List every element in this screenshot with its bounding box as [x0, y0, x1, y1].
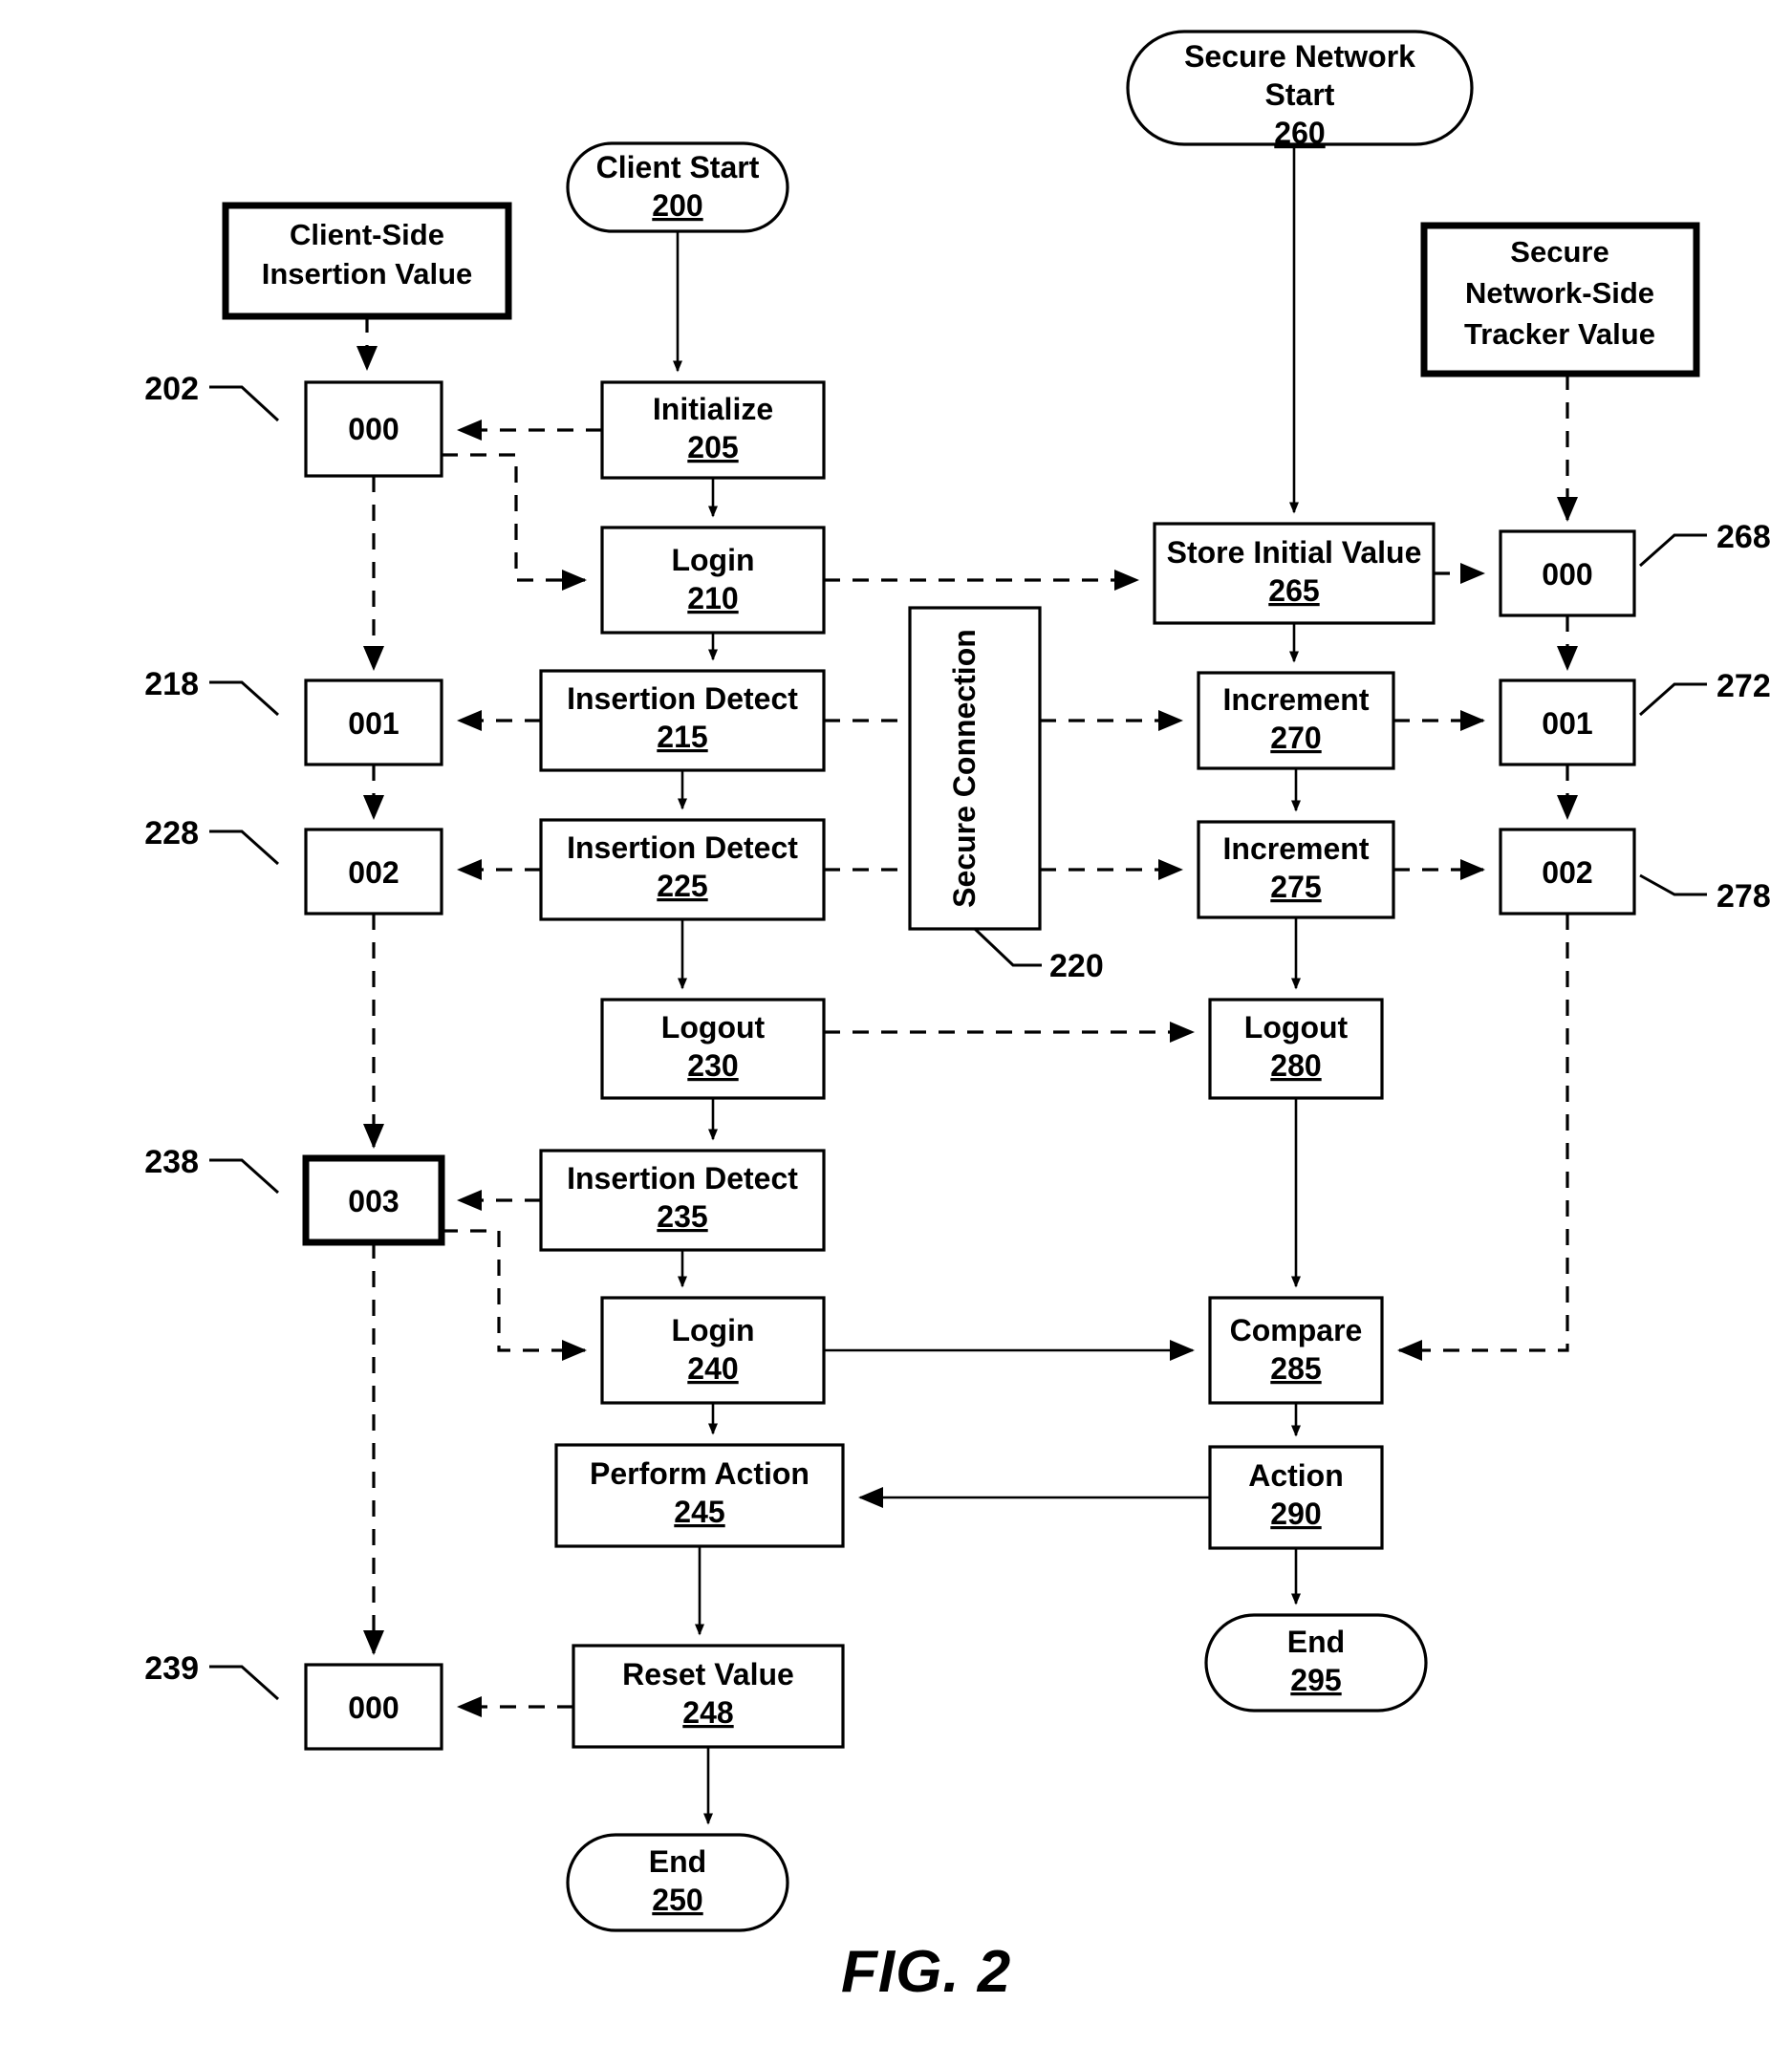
value-box-client-239-value: 000	[348, 1691, 399, 1725]
process-store-initial-value-265-ref: 265	[1268, 573, 1319, 608]
value-box-client-202-value: 000	[348, 412, 399, 446]
network-start-line1: Secure Network	[1184, 39, 1415, 74]
process-insertion-detect-235-ref: 235	[657, 1199, 707, 1234]
process-login-210: Login 210	[600, 526, 826, 635]
process-logout-280-ref: 280	[1270, 1048, 1321, 1083]
process-insertion-detect-225: Insertion Detect 225	[539, 818, 826, 921]
process-insertion-detect-215-ref: 215	[657, 720, 707, 754]
value-box-client-239: 000 239	[144, 1650, 443, 1751]
process-insertion-detect-215-label: Insertion Detect	[567, 681, 798, 716]
process-login-210-label: Login	[671, 543, 754, 577]
process-insertion-detect-235-label: Insertion Detect	[567, 1161, 798, 1196]
terminator-network-start: Secure Network Start 260	[1126, 30, 1474, 150]
value-box-client-228-ref: 228	[144, 815, 199, 851]
network-start-line2: Start	[1265, 77, 1335, 112]
value-box-client-218-value: 001	[348, 706, 399, 741]
process-increment-275: Increment 275	[1197, 820, 1395, 919]
process-logout-280: Logout 280	[1208, 998, 1384, 1100]
process-initialize-ref: 205	[687, 430, 738, 464]
network-side-header: Secure Network-Side Tracker Value	[1420, 222, 1700, 377]
value-box-client-218: 001 218	[144, 666, 443, 766]
process-increment-270-ref: 270	[1270, 721, 1321, 755]
value-box-client-238-ref: 238	[144, 1144, 199, 1180]
network-start-ref: 260	[1274, 116, 1325, 150]
value-box-client-228: 002 228	[144, 815, 443, 916]
client-end-ref: 250	[652, 1883, 702, 1917]
process-logout-230-ref: 230	[687, 1048, 738, 1083]
network-side-header-line2: Network-Side	[1465, 276, 1654, 310]
process-insertion-detect-215: Insertion Detect 215	[539, 669, 826, 772]
process-perform-action-245: Perform Action 245	[554, 1443, 845, 1548]
process-login-240-ref: 240	[687, 1351, 738, 1386]
value-box-client-202: 000 202	[144, 371, 443, 478]
value-box-network-278-value: 002	[1542, 855, 1592, 890]
value-box-network-268: 000 268	[1499, 519, 1771, 617]
network-end-ref: 295	[1290, 1663, 1341, 1697]
secure-connection-label: Secure Connection	[947, 629, 982, 908]
value-box-client-218-ref: 218	[144, 666, 199, 702]
process-logout-280-label: Logout	[1244, 1010, 1349, 1045]
process-action-290: Action 290	[1208, 1445, 1384, 1550]
value-box-client-239-ref: 239	[144, 1650, 199, 1687]
network-side-header-line1: Secure	[1510, 235, 1608, 269]
process-login-240: Login 240	[600, 1296, 826, 1405]
process-insertion-detect-225-ref: 225	[657, 869, 707, 903]
process-initialize-label: Initialize	[653, 392, 773, 426]
process-store-initial-value-265: Store Initial Value 265	[1153, 522, 1436, 625]
value-box-network-268-ref: 268	[1716, 519, 1771, 555]
process-increment-270: Increment 270	[1197, 671, 1395, 770]
process-action-290-ref: 290	[1270, 1497, 1321, 1531]
value-box-network-278-ref: 278	[1716, 878, 1771, 915]
process-perform-action-245-label: Perform Action	[590, 1456, 810, 1491]
patent-figure-2: Client-Side Insertion Value Secure Netwo…	[0, 0, 1792, 2068]
process-increment-270-label: Increment	[1223, 682, 1370, 717]
terminator-client-start: Client Start 200	[566, 141, 789, 233]
terminator-network-end: End 295	[1204, 1613, 1428, 1713]
secure-connection-ref: 220	[1049, 948, 1104, 984]
process-action-290-label: Action	[1248, 1458, 1344, 1493]
client-start-ref: 200	[652, 188, 702, 223]
process-login-210-ref: 210	[687, 581, 738, 615]
process-compare-285-ref: 285	[1270, 1351, 1321, 1386]
process-initialize: Initialize 205	[600, 380, 826, 480]
process-reset-value-248-label: Reset Value	[622, 1657, 794, 1691]
client-start-label: Client Start	[596, 150, 760, 184]
value-box-client-238-value: 003	[348, 1184, 399, 1218]
value-box-network-272: 001 272	[1499, 668, 1771, 766]
process-increment-275-label: Increment	[1223, 831, 1370, 866]
process-reset-value-248: Reset Value 248	[572, 1644, 845, 1749]
client-side-header-line1: Client-Side	[290, 218, 444, 251]
flowchart-canvas: Client-Side Insertion Value Secure Netwo…	[144, 30, 1771, 2005]
client-side-header: Client-Side Insertion Value	[222, 202, 512, 320]
value-box-network-278: 002 278	[1499, 828, 1771, 916]
value-box-network-272-value: 001	[1542, 706, 1592, 741]
process-reset-value-248-ref: 248	[682, 1695, 733, 1730]
value-box-network-268-value: 000	[1542, 557, 1592, 592]
process-insertion-detect-225-label: Insertion Detect	[567, 830, 798, 865]
client-side-header-line2: Insertion Value	[262, 257, 473, 291]
figure-caption: FIG. 2	[841, 1939, 1011, 2005]
value-box-network-272-ref: 272	[1716, 668, 1771, 704]
process-perform-action-245-ref: 245	[674, 1495, 724, 1529]
process-store-initial-value-265-label: Store Initial Value	[1167, 535, 1422, 570]
secure-connection-block: Secure Connection 220	[908, 606, 1104, 984]
network-side-header-line3: Tracker Value	[1464, 317, 1655, 351]
client-end-label: End	[649, 1844, 706, 1879]
network-end-label: End	[1287, 1625, 1345, 1659]
process-logout-230-label: Logout	[661, 1010, 766, 1045]
process-insertion-detect-235: Insertion Detect 235	[539, 1149, 826, 1252]
terminator-client-end: End 250	[566, 1833, 789, 1932]
value-box-client-228-value: 002	[348, 855, 399, 890]
process-logout-230: Logout 230	[600, 998, 826, 1100]
process-compare-285-label: Compare	[1230, 1313, 1363, 1347]
process-increment-275-ref: 275	[1270, 870, 1321, 904]
process-compare-285: Compare 285	[1208, 1296, 1384, 1405]
value-box-client-238: 003 238	[144, 1144, 445, 1246]
process-login-240-label: Login	[671, 1313, 754, 1347]
value-box-client-202-ref: 202	[144, 371, 199, 407]
